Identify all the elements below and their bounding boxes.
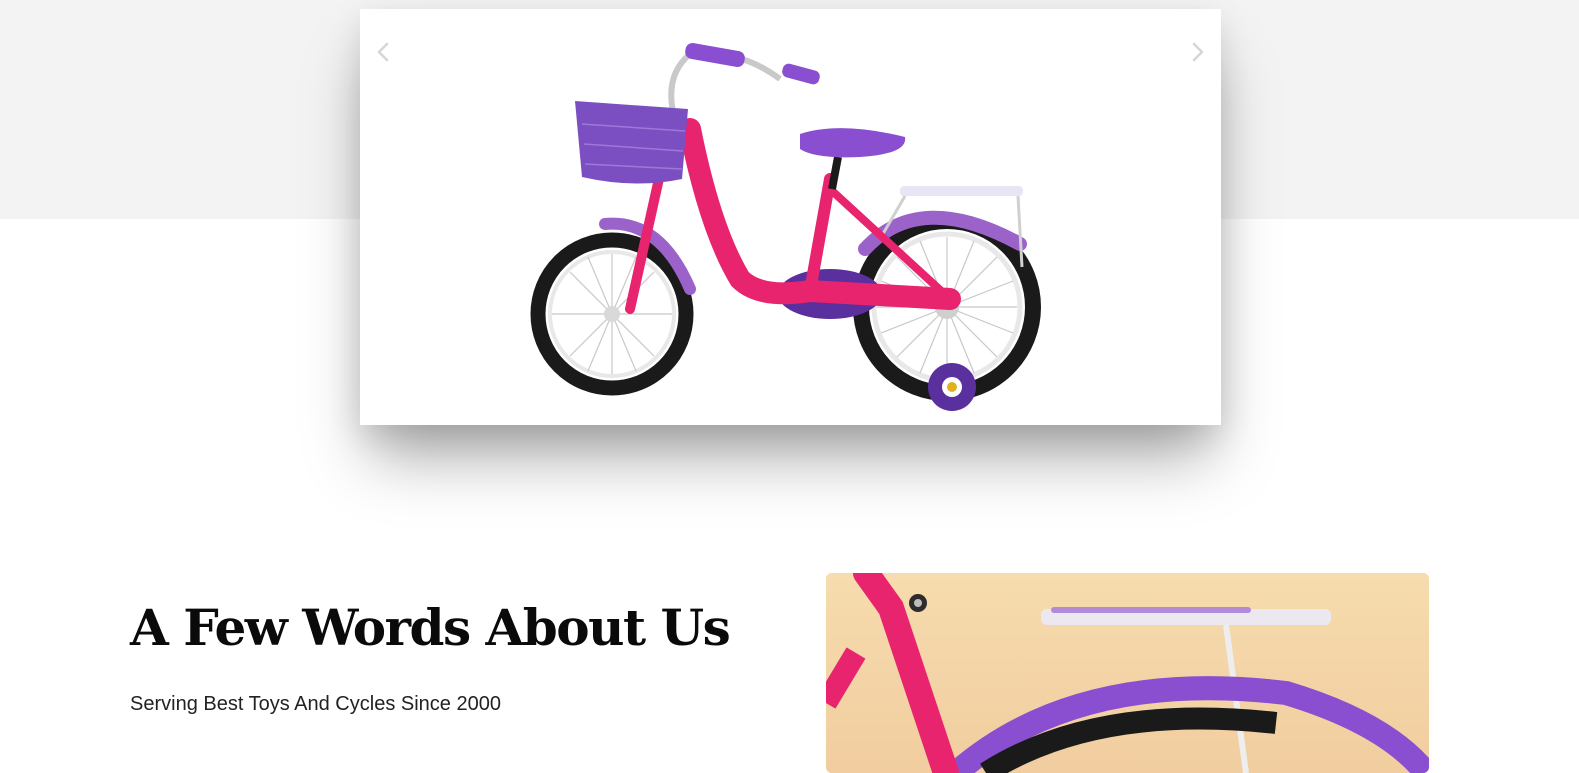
kids-bicycle-image xyxy=(530,43,1041,411)
handlebar xyxy=(668,43,820,131)
slider-next-button[interactable] xyxy=(1183,37,1213,67)
chevron-right-icon xyxy=(1192,42,1204,62)
slider-prev-button[interactable] xyxy=(368,37,398,67)
front-wheel xyxy=(530,232,694,396)
about-us-heading: A Few Words About Us xyxy=(130,598,731,657)
basket xyxy=(575,101,688,184)
product-image-slider[interactable] xyxy=(360,9,1221,425)
seat xyxy=(800,128,906,190)
about-us-subtitle: Serving Best Toys And Cycles Since 2000 xyxy=(130,693,501,715)
training-wheel xyxy=(928,363,976,411)
chevron-left-icon xyxy=(377,42,389,62)
about-us-bicycle-image xyxy=(826,573,1429,773)
